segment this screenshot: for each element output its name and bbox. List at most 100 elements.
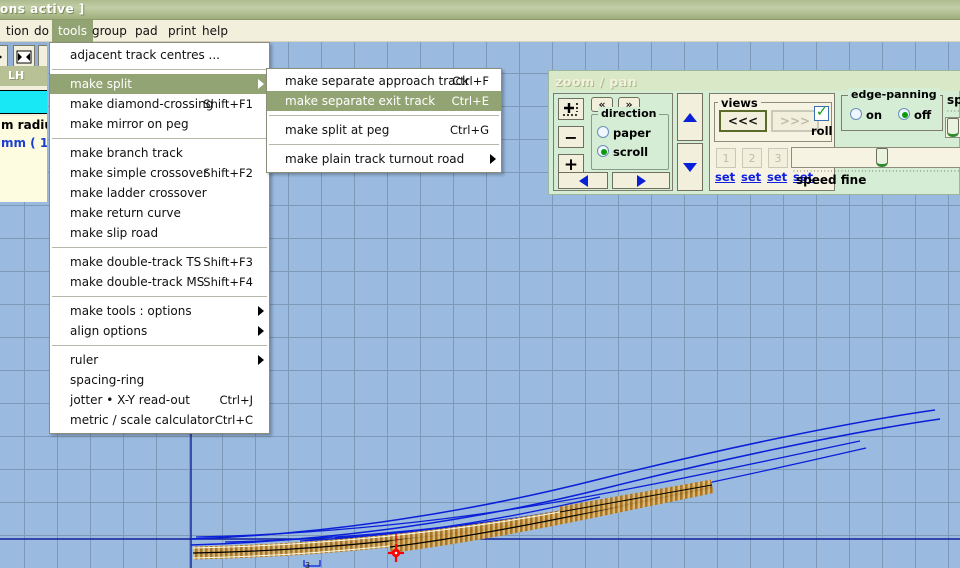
menu-separator [52,138,267,139]
speed-coarse-ticks: '''''''''''' [947,109,960,117]
menu-item-spacing-ring[interactable]: spacing-ring [50,370,269,390]
label-edge-panning-on: on [866,108,883,122]
menu-item-label: make slip road [70,226,159,240]
menu-separator [52,69,267,70]
zoom-controls-group: − + « » direction paper scroll [553,93,673,191]
pan-up-button[interactable] [677,93,703,141]
view-slot-1-button[interactable]: 1 [716,148,736,168]
menu-item-accelerator: Ctrl+G [449,123,489,137]
zoom-out-button[interactable]: − [558,126,584,148]
menu-bar[interactable]: tion do tools group pad print help [0,20,960,42]
menu-item-accelerator: Shift+F1 [203,97,253,111]
menu-item-make-separate-exit-track[interactable]: make separate exit track Ctrl+E [267,91,501,111]
menu-item-align-options[interactable]: align options [50,321,269,341]
roll-label: roll [811,124,833,138]
pan-down-button[interactable] [677,143,703,191]
menu-item-accelerator: Shift+F4 [203,275,253,289]
menu-item-make-double-track-ts[interactable]: make double-track TS Shift+F3 [50,252,269,272]
menu-item-label: make tools : options [70,304,192,318]
arrow-left-icon [578,174,588,187]
direction-caption: direction [598,107,660,120]
view-slot-3-button[interactable]: 3 [768,148,788,168]
speed-fine-label: speed fine [796,173,867,187]
menu-item-metric-scale-calculator[interactable]: metric / scale calculator Ctrl+C [50,410,269,430]
menu-item-accelerator: Shift+F2 [203,166,253,180]
speed-fine-slider[interactable] [791,147,960,168]
view-slot-1-set-link[interactable]: set [715,170,735,184]
cyan-value-strip [0,90,47,114]
menubar-item-pad[interactable]: pad [129,20,164,42]
menu-item-jotter-x-y-read-out[interactable]: jotter • X-Y read-out Ctrl+J [50,390,269,410]
left-panel-filler [0,152,47,202]
tools-dropdown-menu[interactable]: adjacent track centres ... make split make… [49,42,270,434]
menu-item-make-simple-crossover[interactable]: make simple crossover Shift+F2 [50,163,269,183]
menu-item-accelerator: Ctrl+E [451,94,489,108]
menubar-item-group[interactable]: group [86,20,133,42]
window-title: ons active ] [0,2,85,16]
menu-item-label: make separate exit track [285,94,436,108]
menu-item-make-ladder-crossover[interactable]: make ladder crossover [50,183,269,203]
chevron-right-icon [258,326,264,336]
speed-coarse-slider[interactable] [945,117,960,138]
menu-item-label: make branch track [70,146,183,160]
label-direction-scroll: scroll [613,145,649,159]
menu-item-make-diamond-crossing[interactable]: make diamond-crossing Shift+F1 [50,94,269,114]
menu-item-label: make separate approach track [285,74,470,88]
menubar-item-help[interactable]: help [196,20,234,42]
menu-separator [269,144,499,145]
make-split-submenu[interactable]: make separate approach track Ctrl+F make s… [266,68,502,173]
radio-edge-panning-on[interactable] [850,108,862,120]
radio-direction-paper[interactable] [597,126,609,138]
menu-item-accelerator: Ctrl+F [452,74,489,88]
menu-item-label: spacing-ring [70,373,145,387]
menu-item-make-split-at-peg[interactable]: make split at peg Ctrl+G [267,120,501,140]
menu-item-make-tools-options[interactable]: make tools : options [50,301,269,321]
menu-item-make-return-curve[interactable]: make return curve [50,203,269,223]
menu-item-make-split[interactable]: make split [50,74,269,94]
menu-item-make-plain-track-turnout-road[interactable]: make plain track turnout road [267,149,501,169]
roll-checkbox[interactable] [814,104,829,121]
menu-item-label: make return curve [70,206,181,220]
menu-separator [269,115,499,116]
chevron-right-icon [258,306,264,316]
chevron-right-icon [490,154,496,164]
pan-right-button[interactable] [612,172,670,189]
menu-item-make-double-track-ms[interactable]: make double-track MS Shift+F4 [50,272,269,292]
arrow-right-icon [636,174,646,187]
speed-fine-knob[interactable] [876,148,888,167]
menu-item-make-mirror-on-peg[interactable]: make mirror on peg [50,114,269,134]
guide-curve-outer-lower [190,418,941,546]
edge-panning-group: edge-panning on off [841,88,943,131]
chevron-right-icon [258,355,264,365]
menu-item-make-branch-track[interactable]: make branch track [50,143,269,163]
mm-text: mm ( 13 [0,134,48,152]
menu-item-label: metric / scale calculator [70,413,215,427]
menu-item-label: make diamond-crossing [70,97,214,111]
menu-item-make-separate-approach-track[interactable]: make separate approach track Ctrl+F [267,71,501,91]
menu-item-accelerator: Ctrl+C [214,413,253,427]
menu-item-make-slip-road[interactable]: make slip road [50,223,269,243]
views-prev-button[interactable]: <<< [719,110,767,132]
pan-left-button[interactable] [558,172,608,189]
label-edge-panning-off: off [914,108,932,122]
view-slot-2-button[interactable]: 2 [742,148,762,168]
menu-item-ruler[interactable]: ruler [50,350,269,370]
menu-item-accelerator: Ctrl+J [219,393,254,407]
menu-item-adjacent-track-centres[interactable]: adjacent track centres ... [50,45,269,65]
radio-edge-panning-off[interactable] [898,108,910,120]
zoom-fit-button[interactable] [558,98,584,120]
vertical-pan-group [677,93,703,191]
direction-group: direction paper scroll [591,107,669,170]
menu-separator [52,345,267,346]
menu-separator [52,247,267,248]
menu-item-label: align options [70,324,148,338]
menu-item-label: make double-track MS [70,275,205,289]
zoom-pan-title: zoom / pan [555,74,638,89]
view-slot-2-set-link[interactable]: set [741,170,761,184]
menubar-item-do[interactable]: do [28,20,55,42]
radio-direction-scroll[interactable] [597,145,609,157]
left-side-panel: LH m radius mm ( 13 [0,42,48,202]
speed-coarse-knob[interactable] [947,118,959,137]
view-slot-3-set-link[interactable]: set [767,170,787,184]
arrow-down-icon [683,162,697,172]
